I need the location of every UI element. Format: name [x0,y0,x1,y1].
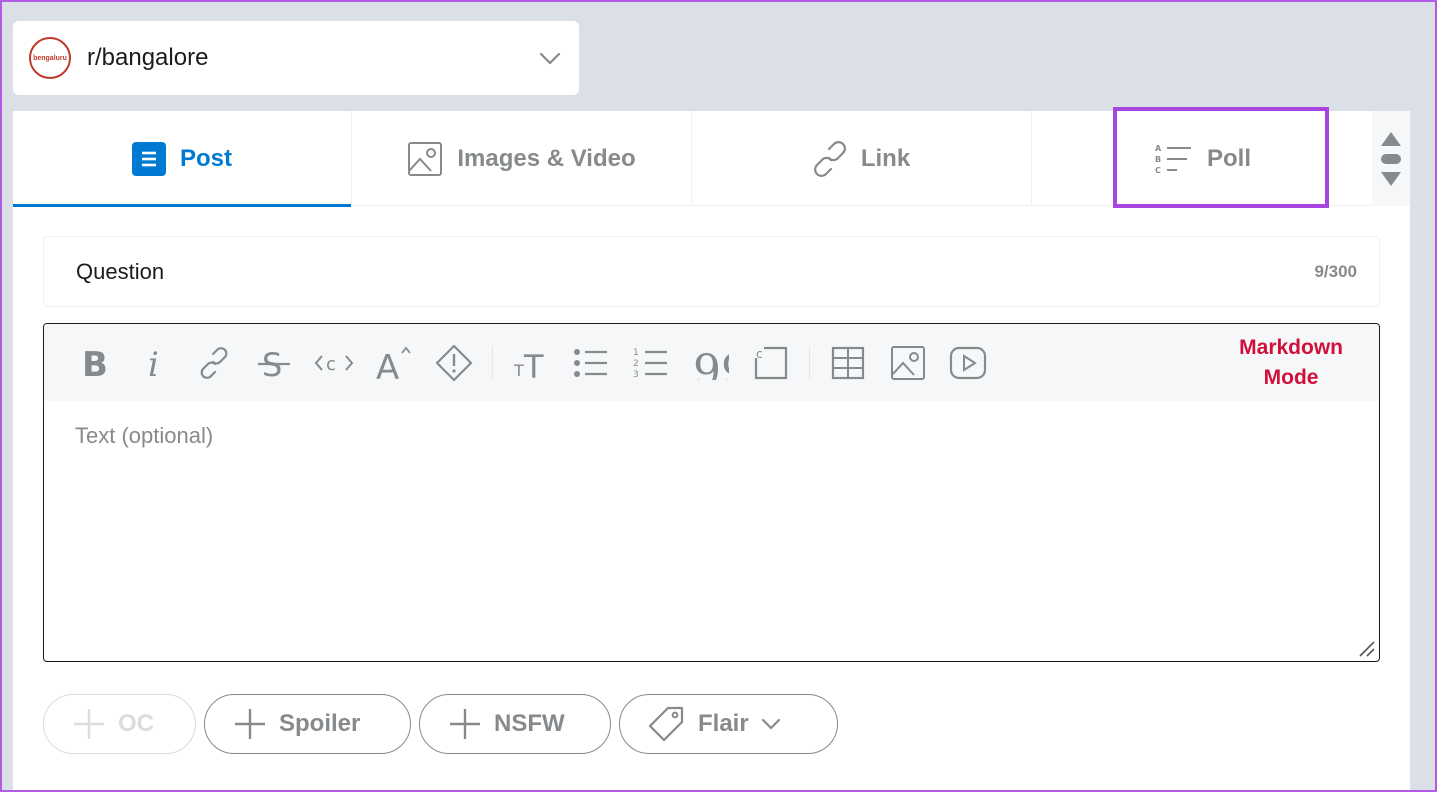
chevron-down-icon[interactable] [537,45,563,71]
inline-code-icon[interactable]: c [304,333,364,393]
italic-icon[interactable]: i [124,333,184,393]
community-name: r/bangalore [87,44,209,71]
svg-text:c: c [326,354,336,375]
oc-button[interactable]: OC [43,694,196,754]
flair-button[interactable]: Flair [619,694,838,754]
video-icon[interactable] [938,333,998,393]
tab-images-video[interactable]: Images & Video [352,111,692,206]
nsfw-button[interactable]: NSFW [419,694,611,754]
code-block-icon[interactable]: c [741,333,801,393]
svg-text:99: 99 [693,346,729,380]
superscript-icon[interactable]: A [364,333,424,393]
quote-icon[interactable]: 99 [681,333,741,393]
community-selector[interactable]: bengaluru r/bangalore [13,21,579,95]
post-icon [131,141,166,176]
svg-text:2: 2 [633,359,639,369]
chevron-down-icon [761,717,781,731]
plus-icon [233,707,267,741]
community-avatar-text: bengaluru [33,54,67,62]
scroll-controls[interactable] [1372,111,1410,206]
image-icon [407,141,443,177]
svg-text:i: i [148,346,159,380]
scroll-down-icon[interactable] [1380,171,1402,187]
plus-icon [448,707,482,741]
tab-link[interactable]: Link [692,111,1032,206]
spoiler-icon[interactable] [424,333,484,393]
tab-post-label: Post [179,144,232,172]
scroll-up-icon[interactable] [1380,131,1402,147]
nsfw-label: NSFW [494,710,565,737]
community-avatar: bengaluru [29,37,71,79]
toolbar-divider [492,345,493,380]
svg-text:1: 1 [633,348,639,358]
post-tag-buttons: OC Spoiler NSFW Flair [43,694,838,754]
resize-handle-icon[interactable] [1358,640,1376,658]
plus-icon [72,707,106,741]
tab-link-label: Link [860,144,911,172]
tag-icon [648,706,686,742]
svg-text:B: B [82,346,108,380]
table-icon[interactable] [818,333,878,393]
image-icon[interactable] [878,333,938,393]
bulleted-list-icon[interactable] [561,333,621,393]
svg-text:T: T [523,348,544,380]
svg-text:A: A [376,348,399,381]
strikethrough-icon[interactable]: S [244,333,304,393]
svg-text:3: 3 [633,370,639,380]
bold-icon[interactable]: B [64,333,124,393]
numbered-list-icon[interactable]: 123 [621,333,681,393]
tab-post[interactable]: Post [13,111,352,207]
rich-text-editor[interactable]: B i S c A TT 1 2 3 9 c Markdown Mode Tex… [43,323,1380,662]
markdown-label-line2: Mode [1263,366,1319,389]
question-char-count: 9/300 [1314,261,1357,281]
svg-text:c: c [756,347,763,361]
flair-label: Flair [698,710,749,737]
create-post-card: Post Images & Video Link ABC Poll Questi… [13,107,1410,792]
heading-icon[interactable]: TT [501,333,561,393]
tab-images-label: Images & Video [457,144,636,172]
spoiler-button[interactable]: Spoiler [204,694,411,754]
text-body-placeholder: Text (optional) [75,423,214,448]
spoiler-label: Spoiler [279,710,361,737]
markdown-mode-button[interactable]: Markdown Mode [1239,333,1343,393]
poll-highlight-box [1113,107,1329,208]
editor-toolbar: B i S c A TT 1 2 3 9 c Markdown Mode [44,324,1379,401]
question-value[interactable]: Question [76,259,1314,285]
svg-text:T: T [514,361,524,380]
markdown-label-line1: Markdown [1239,336,1343,359]
link-icon[interactable] [184,333,244,393]
oc-label: OC [118,710,154,737]
text-body-input[interactable]: Text (optional) [44,401,1379,471]
scroll-thumb-icon[interactable] [1380,153,1402,165]
link-icon [813,140,847,177]
question-input[interactable]: Question 9/300 [43,236,1380,307]
toolbar-divider [809,345,810,380]
